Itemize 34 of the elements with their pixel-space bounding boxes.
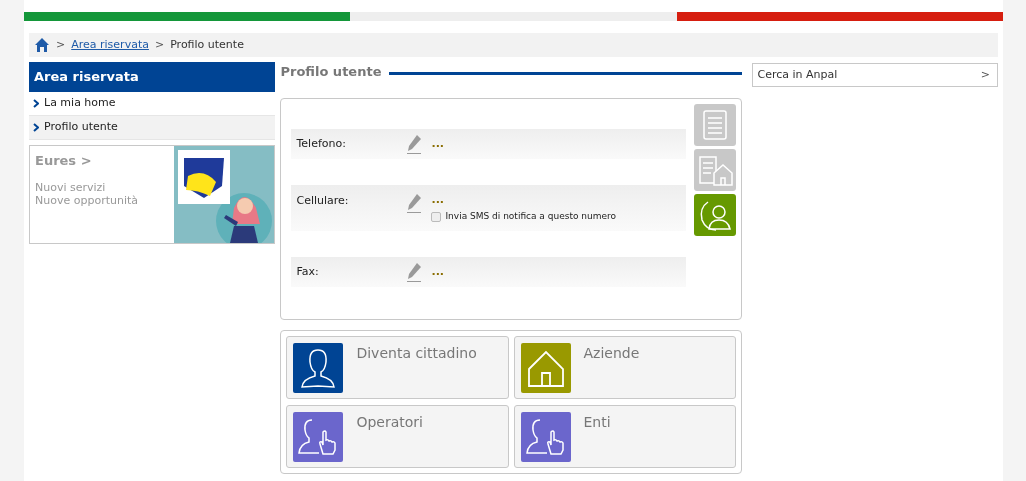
field-label: Fax: [296,263,320,280]
field-label: Telefono: [296,135,347,152]
sidebar-title: Area riservata [29,62,276,92]
sidebar-item[interactable]: Profilo utente [29,116,276,140]
pencil-icon[interactable] [406,193,423,213]
field-label: Cellulare: [296,193,350,209]
side-tab[interactable] [693,104,736,146]
field-value: ... [431,137,444,151]
breadcrumb-separator: > [154,36,165,53]
chevron-icon [33,123,39,132]
side-tab[interactable] [693,194,736,236]
side-tab[interactable] [693,149,736,191]
checkbox[interactable] [431,211,442,222]
chevron-icon [33,99,39,108]
search-button[interactable]: > [973,66,997,84]
search-field[interactable]: Cerca in Anpal > [751,63,998,87]
breadcrumb-current: Profilo utente [170,36,244,53]
page-title: Profilo utente [280,63,382,82]
tile-button[interactable]: Diventa cittadino [286,336,509,399]
home-icon[interactable] [34,37,50,53]
field-value: ... [431,265,444,279]
promo-text: Nuovi servizi [35,180,107,194]
promo-text: Nuove opportunità [35,193,140,207]
promo-title[interactable]: Eures > [35,151,170,171]
breadcrumb-link[interactable]: Area riservata [71,36,149,54]
checkbox-label: Invia SMS di notifica a questo numero [445,210,616,223]
promo-card[interactable]: Eures > Nuovi servizi Nuove opportunità [29,145,276,244]
pencil-icon[interactable] [406,262,423,282]
tile-button[interactable]: Enti [513,404,736,468]
tile-button[interactable]: Aziende [513,336,736,399]
field-value: ... [431,193,445,207]
breadcrumb-separator: > [56,36,66,53]
tile-button[interactable]: Operatori [286,404,509,468]
pencil-icon[interactable] [406,134,423,154]
